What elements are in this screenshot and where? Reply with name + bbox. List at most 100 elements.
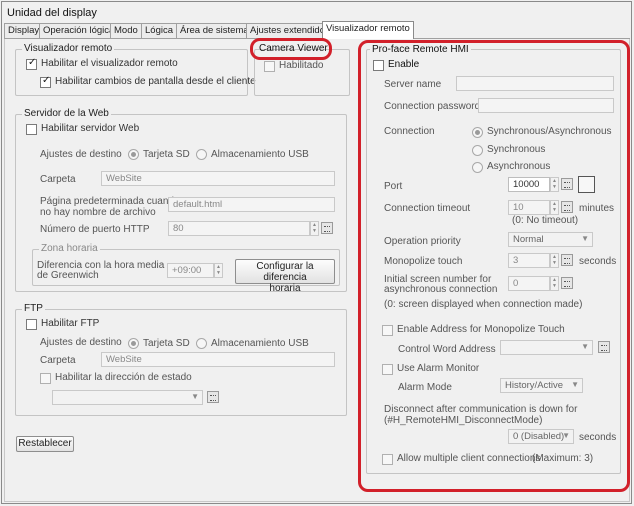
operation-priority-value: Normal — [513, 234, 544, 245]
connection-async-radio[interactable] — [472, 162, 483, 173]
port-color-box[interactable] — [578, 176, 595, 193]
control-word-address-dropdown[interactable]: ▼ — [500, 340, 593, 355]
gmt-offset-spinner[interactable]: ▲ ▼ — [214, 263, 223, 278]
enable-address-monopolize-label: Enable Address for Monopolize Touch — [397, 324, 565, 335]
disconnect-value: 0 (Disabled) — [513, 431, 565, 442]
initial-screen-keypad-icon[interactable] — [561, 277, 573, 289]
web-dest-sd-radio[interactable] — [128, 149, 139, 160]
window-title: Unidad del display — [7, 7, 97, 19]
initial-screen-input[interactable]: 0 — [508, 276, 550, 291]
reset-button[interactable]: Restablecer — [16, 436, 74, 452]
operation-priority-dropdown[interactable]: Normal ▼ — [508, 232, 593, 247]
disconnect-unit: seconds — [579, 432, 617, 443]
port-keypad-icon[interactable] — [561, 178, 573, 190]
port-spinner[interactable]: ▲ ▼ — [550, 177, 559, 192]
use-alarm-monitor-checkbox[interactable] — [382, 364, 393, 375]
multiple-clients-note: (Maximum: 3) — [532, 453, 594, 464]
tab-extended-settings[interactable]: Ajustes extendidos — [246, 23, 334, 38]
tab-logic-operation[interactable]: Operación lógica — [39, 23, 119, 38]
tab-system-area[interactable]: Área de sistema — [176, 23, 253, 38]
enable-web-server-checkbox[interactable] — [26, 124, 37, 135]
configure-time-difference-button[interactable]: Configurar la diferencia horaria — [235, 259, 335, 294]
tab-logic[interactable]: Lógica — [141, 23, 177, 38]
allow-screen-changes-checkbox[interactable] — [40, 75, 51, 88]
default-page-label-1: Página predeterminada cuando — [40, 196, 180, 207]
connection-timeout-note: (0: No timeout) — [512, 215, 579, 226]
tab-remote-viewer[interactable]: Visualizador remoto — [322, 21, 414, 39]
initial-screen-spinner[interactable]: ▲ ▼ — [550, 276, 559, 291]
chevron-down-icon: ▼ — [562, 431, 570, 440]
connection-timeout-keypad-icon[interactable] — [561, 201, 573, 213]
web-dest-sd-label: Tarjeta SD — [143, 149, 190, 160]
status-address-checkbox[interactable] — [40, 373, 51, 384]
default-page-input[interactable]: default.html — [168, 197, 335, 212]
camera-viewer-enable-label: Habilitado — [279, 60, 324, 71]
connection-sync-label: Synchronous — [487, 144, 546, 155]
connection-password-label: Connection password — [384, 101, 481, 112]
ftp-dest-label: Ajustes de destino — [40, 337, 122, 348]
server-name-input[interactable] — [456, 76, 614, 91]
use-alarm-monitor-label: Use Alarm Monitor — [397, 363, 480, 374]
http-port-spinner[interactable]: ▲ ▼ — [310, 221, 319, 236]
ftp-folder-input[interactable]: WebSite — [101, 352, 335, 367]
enable-address-monopolize-checkbox[interactable] — [382, 325, 393, 336]
remote-hmi-group-title: Pro-face Remote HMI — [370, 44, 471, 55]
ftp-dest-sd-label: Tarjeta SD — [143, 338, 190, 349]
connection-password-input[interactable] — [478, 98, 614, 113]
web-dest-usb-radio[interactable] — [196, 149, 207, 160]
ftp-group-title: FTP — [22, 303, 45, 314]
http-port-label: Número de puerto HTTP — [40, 224, 150, 235]
tab-display[interactable]: Display — [4, 23, 44, 38]
status-address-label: Habilitar la dirección de estado — [55, 372, 192, 383]
disconnect-dropdown[interactable]: 0 (Disabled) ▼ — [508, 429, 574, 444]
server-name-label: Server name — [384, 79, 442, 90]
connection-timeout-spinner[interactable]: ▲ ▼ — [550, 200, 559, 215]
tab-mode[interactable]: Modo — [110, 23, 142, 38]
ftp-dest-sd-radio[interactable] — [128, 338, 139, 349]
ftp-dest-usb-label: Almacenamiento USB — [211, 338, 309, 349]
camera-viewer-enable-checkbox[interactable] — [264, 61, 275, 72]
hmi-enable-label: Enable — [388, 59, 420, 70]
connection-sync-async-label: Synchronous/Asynchronous — [487, 126, 612, 137]
chevron-down-icon: ▼ — [571, 380, 579, 389]
multiple-clients-label: Allow multiple client connections — [397, 453, 541, 464]
control-word-keypad-icon[interactable] — [598, 341, 610, 353]
ftp-dest-usb-radio[interactable] — [196, 338, 207, 349]
monopolize-touch-keypad-icon[interactable] — [561, 254, 573, 266]
connection-sync-radio[interactable] — [472, 145, 483, 156]
multiple-clients-checkbox[interactable] — [382, 454, 393, 465]
hmi-enable-checkbox[interactable] — [373, 60, 384, 71]
http-port-keypad-icon[interactable] — [321, 222, 333, 234]
initial-screen-label-2: asynchronous connection — [384, 284, 498, 295]
operation-priority-label: Operation priority — [384, 236, 461, 247]
default-page-label-2: no hay nombre de archivo — [40, 207, 156, 218]
control-word-address-label: Control Word Address — [398, 344, 496, 355]
connection-timeout-label: Connection timeout — [384, 203, 471, 214]
camera-viewer-title: Camera Viewer — [259, 43, 328, 54]
disconnect-label-1: Disconnect after communication is down f… — [384, 404, 578, 415]
connection-label: Connection — [384, 126, 435, 137]
status-address-keypad-icon[interactable] — [207, 391, 219, 403]
connection-sync-async-radio[interactable] — [472, 127, 483, 138]
port-input[interactable]: 10000 — [508, 177, 550, 192]
web-folder-input[interactable]: WebSite — [101, 171, 335, 186]
chevron-down-icon: ▼ — [581, 234, 589, 243]
status-address-dropdown[interactable]: ▼ — [52, 390, 203, 405]
gmt-offset-input[interactable]: +09:00 — [167, 263, 214, 278]
http-port-input[interactable]: 80 — [168, 221, 310, 236]
monopolize-touch-input[interactable]: 3 — [508, 253, 550, 268]
enable-remote-viewer-checkbox[interactable] — [26, 57, 37, 70]
remote-viewer-group-title: Visualizador remoto — [22, 43, 115, 54]
web-server-group-title: Servidor de la Web — [22, 108, 111, 119]
web-dest-label: Ajustes de destino — [40, 149, 122, 160]
alarm-mode-dropdown[interactable]: History/Active ▼ — [500, 378, 583, 393]
enable-ftp-checkbox[interactable] — [26, 319, 37, 330]
chevron-down-icon: ▼ — [191, 392, 199, 401]
disconnect-label-2: (#H_RemoteHMI_DisconnectMode) — [384, 415, 543, 426]
connection-timeout-input[interactable]: 10 — [508, 200, 550, 215]
gmt-offset-label-2: de Greenwich — [37, 270, 99, 281]
monopolize-touch-spinner[interactable]: ▲ ▼ — [550, 253, 559, 268]
monopolize-touch-unit: seconds — [579, 256, 617, 267]
web-dest-usb-label: Almacenamiento USB — [211, 149, 309, 160]
remote-viewer-group: Visualizador remoto — [15, 43, 248, 96]
